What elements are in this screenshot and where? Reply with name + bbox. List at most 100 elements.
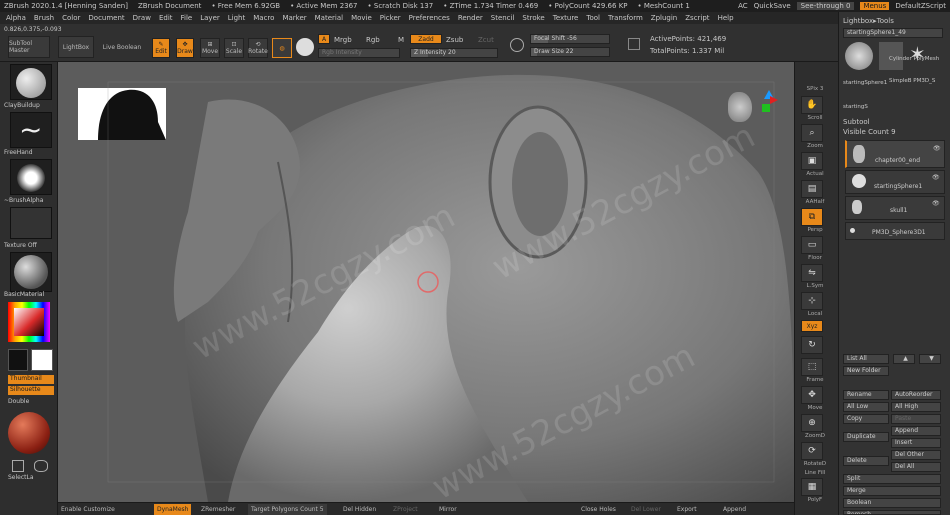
new-folder-button[interactable]: New Folder: [843, 366, 889, 376]
lsym-icon[interactable]: ⇋: [801, 264, 823, 282]
frame-icon[interactable]: ⬚: [801, 358, 823, 376]
all-low-button[interactable]: All Low: [843, 402, 889, 412]
del-other-button[interactable]: Del Other: [891, 450, 941, 460]
tool-name-slider[interactable]: startingSphere1_49: [843, 28, 943, 38]
rgb-intensity-slider[interactable]: Rgb Intensity: [318, 48, 400, 58]
rotate-button[interactable]: ⟲ Rotate: [248, 38, 268, 58]
scale-button[interactable]: ⊡ Scale: [224, 38, 244, 58]
export-button[interactable]: Export: [674, 504, 700, 515]
double-toggle[interactable]: Double: [8, 398, 29, 405]
rgb-button[interactable]: Rgb: [366, 36, 380, 44]
lightbox-button[interactable]: LightBox: [58, 36, 94, 58]
subtool-row-1[interactable]: chapter00_end 👁: [845, 140, 945, 168]
select-rect-icon[interactable]: [12, 460, 24, 472]
rotated-icon[interactable]: ⟳: [801, 442, 823, 460]
zoomd-icon[interactable]: ⊕: [801, 414, 823, 432]
menu-layer[interactable]: Layer: [200, 14, 220, 22]
menu-texture[interactable]: Texture: [553, 14, 579, 22]
close-holes-button[interactable]: Close Holes: [578, 504, 619, 515]
stroke-thumbnail[interactable]: ~: [10, 112, 52, 148]
menu-light[interactable]: Light: [228, 14, 245, 22]
xyz-button[interactable]: Xyz: [801, 320, 823, 332]
zcut-button[interactable]: Zcut: [478, 36, 494, 44]
viewport-canvas[interactable]: www.52cgzy.com www.52cgzy.com www.52cgzy…: [58, 62, 794, 502]
dynamesh-button[interactable]: DynaMesh: [154, 504, 192, 515]
eye-icon[interactable]: 👁: [932, 200, 940, 207]
mirror-button[interactable]: Mirror: [436, 504, 460, 515]
insert-button[interactable]: Insert: [891, 438, 941, 448]
material-thumbnail[interactable]: [10, 252, 52, 292]
eye-icon[interactable]: 👁: [933, 145, 941, 152]
dynamic-icon[interactable]: [628, 38, 640, 50]
starting-sphere-thumb[interactable]: [845, 42, 873, 70]
menu-macro[interactable]: Macro: [253, 14, 274, 22]
rotate-y-icon[interactable]: ↻: [801, 336, 823, 354]
zsub-button[interactable]: Zsub: [446, 36, 463, 44]
m-button[interactable]: M: [398, 36, 404, 44]
brush-settings-icon[interactable]: [510, 38, 524, 52]
menus-button[interactable]: Menus: [860, 2, 890, 10]
enable-customize-button[interactable]: Enable Customize: [58, 504, 118, 515]
menu-brush[interactable]: Brush: [34, 14, 54, 22]
default-script[interactable]: DefaultZScript: [895, 2, 946, 10]
focal-shift-slider[interactable]: Focal Shift -56: [530, 34, 610, 44]
merge-button[interactable]: Merge: [843, 486, 941, 496]
persp-icon[interactable]: ⧉: [801, 208, 823, 226]
navigation-head-icon[interactable]: [728, 92, 752, 122]
menu-help[interactable]: Help: [718, 14, 734, 22]
menu-stroke[interactable]: Stroke: [522, 14, 544, 22]
alpha-thumbnail[interactable]: [10, 159, 52, 195]
move-view-icon[interactable]: ✥: [801, 386, 823, 404]
split-button[interactable]: Split: [843, 474, 941, 484]
actual-icon[interactable]: ▣: [801, 152, 823, 170]
menu-alpha[interactable]: Alpha: [6, 14, 26, 22]
select-lasso-icon[interactable]: [34, 460, 48, 472]
menu-edit[interactable]: Edit: [159, 14, 173, 22]
secondary-color-swatch[interactable]: [31, 349, 53, 371]
see-through-slider[interactable]: See-through 0: [796, 2, 855, 10]
subtool-header[interactable]: Subtool: [843, 118, 870, 126]
live-boolean-button[interactable]: Live Boolean: [98, 36, 146, 58]
edit-button[interactable]: ✎ Edit: [152, 38, 170, 58]
menu-marker[interactable]: Marker: [282, 14, 306, 22]
list-all-button[interactable]: List All: [843, 354, 889, 364]
menu-picker[interactable]: Picker: [380, 14, 401, 22]
texture-thumbnail[interactable]: [10, 207, 52, 239]
draw-size-slider[interactable]: Draw Size 22: [530, 47, 610, 57]
aahalf-icon[interactable]: ▤: [801, 180, 823, 198]
del-hidden-button[interactable]: Del Hidden: [340, 504, 379, 515]
thumbnail-button[interactable]: Thumbnail: [8, 375, 54, 384]
menu-file[interactable]: File: [181, 14, 193, 22]
menu-render[interactable]: Render: [458, 14, 483, 22]
eye-icon[interactable]: 👁: [932, 174, 940, 181]
polyf-icon[interactable]: ▦: [801, 478, 823, 496]
copy-button[interactable]: Copy: [843, 414, 889, 424]
gizmo-button[interactable]: ◍: [272, 38, 292, 58]
all-high-button[interactable]: All High: [891, 402, 941, 412]
menu-stencil[interactable]: Stencil: [491, 14, 515, 22]
floor-icon[interactable]: ▭: [801, 236, 823, 254]
menu-tool[interactable]: Tool: [586, 14, 600, 22]
menu-document[interactable]: Document: [88, 14, 124, 22]
move-up-icon[interactable]: ▲: [893, 354, 915, 364]
ac-button[interactable]: AC: [738, 2, 748, 10]
menu-zscript[interactable]: Zscript: [685, 14, 709, 22]
draw-button[interactable]: ✥ Draw: [176, 38, 194, 58]
zproject-button[interactable]: ZProject: [390, 504, 421, 515]
line-fill-label[interactable]: Line Fill: [795, 470, 835, 476]
del-all-button[interactable]: Del All: [891, 462, 941, 472]
quicksave-button[interactable]: QuickSave: [754, 2, 791, 10]
zremesher-button[interactable]: ZRemesher: [198, 504, 238, 515]
scroll-icon[interactable]: ✋: [801, 96, 823, 114]
z-intensity-slider[interactable]: Z Intensity 20: [410, 48, 498, 58]
skin-material-icon[interactable]: [8, 412, 50, 454]
subtool-row-2[interactable]: startingSphere1 👁: [845, 170, 945, 194]
local-icon[interactable]: ⊹: [801, 292, 823, 310]
menu-color[interactable]: Color: [62, 14, 80, 22]
menu-movie[interactable]: Movie: [351, 14, 372, 22]
delete-button[interactable]: Delete: [843, 456, 889, 466]
duplicate-button[interactable]: Duplicate: [843, 432, 889, 442]
silhouette-button[interactable]: Silhouette: [8, 386, 54, 395]
primary-color-swatch[interactable]: [8, 349, 28, 371]
autoreorder-button[interactable]: AutoReorder: [891, 390, 941, 400]
